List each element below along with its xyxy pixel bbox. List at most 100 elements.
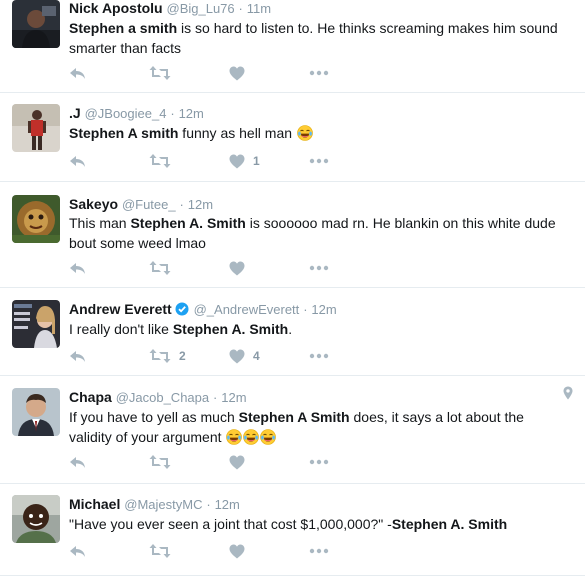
reply-icon [69, 260, 87, 276]
tweet-text-segment: smarter than facts [69, 40, 182, 56]
avatar[interactable] [12, 195, 60, 243]
tweet-text-segment: validity of your argument [69, 429, 222, 445]
retweet-button[interactable] [149, 454, 229, 470]
display-name[interactable]: Andrew Everett [69, 301, 172, 317]
timestamp[interactable]: 12m [311, 302, 336, 317]
tweet[interactable]: Chapa @Jacob_Chapa · 12m If you have to … [0, 376, 585, 484]
like-button[interactable] [229, 66, 309, 81]
retweet-icon [149, 65, 171, 81]
tweet[interactable]: Andrew Everett @_AndrewEverett · 12m I r… [0, 288, 585, 376]
avatar[interactable] [12, 104, 60, 152]
retweet-icon [149, 454, 171, 470]
retweet-button[interactable] [149, 543, 229, 559]
tweet-actions: 1 [69, 152, 329, 170]
avatar[interactable] [12, 388, 60, 436]
tweet[interactable]: .J @JBoogiee_4 · 12m Stephen A smith fun… [0, 93, 585, 182]
like-button[interactable]: 4 [229, 349, 309, 364]
user-handle[interactable]: @Big_Lu76 [167, 1, 235, 16]
retweet-button[interactable] [149, 65, 229, 81]
timestamp[interactable]: 12m [188, 197, 213, 212]
more-button[interactable] [309, 70, 329, 76]
more-icon [309, 265, 329, 271]
user-handle[interactable]: @Futee_ [122, 197, 176, 212]
reply-button[interactable] [69, 543, 149, 559]
tweet-text-segment: bout some weed lmao [69, 235, 206, 251]
display-name[interactable]: Nick Apostolu [69, 0, 163, 16]
user-handle[interactable]: @JBoogiee_4 [85, 106, 167, 121]
tweet-actions [69, 259, 329, 277]
display-name[interactable]: .J [69, 105, 81, 121]
retweet-icon [149, 348, 171, 364]
search-term-highlight: Stephen a smith [69, 20, 178, 36]
more-icon [309, 158, 329, 164]
tweet-text-segment: If you have to yell as much [69, 409, 239, 425]
more-icon [309, 70, 329, 76]
tweet-actions [69, 542, 329, 560]
tweet-header: Michael @MajestyMC · 12m [69, 495, 240, 514]
more-button[interactable] [309, 353, 329, 359]
heart-icon [229, 66, 245, 81]
tweet-header: Nick Apostolu @Big_Lu76 · 11m [69, 0, 271, 18]
tweet[interactable]: Michael @MajestyMC · 12m "Have you ever … [0, 484, 585, 576]
user-handle[interactable]: @_AndrewEverett [194, 302, 300, 317]
user-handle[interactable]: @MajestyMC [124, 497, 202, 512]
reply-icon [69, 65, 87, 81]
reply-button[interactable] [69, 153, 149, 169]
reply-button[interactable] [69, 65, 149, 81]
avatar[interactable] [12, 0, 60, 48]
more-button[interactable] [309, 265, 329, 271]
user-handle[interactable]: @Jacob_Chapa [116, 390, 209, 405]
retweet-icon [149, 260, 171, 276]
tweet-text-segment: funny as hell man [178, 125, 293, 141]
tweet-text: If you have to yell as much Stephen A Sm… [69, 407, 573, 447]
separator-dot: · [206, 497, 211, 512]
reply-icon [69, 543, 87, 559]
like-button[interactable] [229, 544, 309, 559]
like-button[interactable] [229, 261, 309, 276]
like-button[interactable] [229, 455, 309, 470]
tweet-actions: 2 4 [69, 347, 329, 365]
location-pin-icon[interactable] [563, 386, 573, 405]
tweet-text-segment: does, it says a lot about the [349, 409, 524, 425]
search-term-highlight: Stephen A smith [69, 125, 179, 141]
tweet-text-segment: . [288, 321, 293, 337]
like-count: 4 [253, 349, 260, 363]
tweet-header: Sakeyo @Futee_ · 12m [69, 195, 213, 214]
reply-icon [69, 348, 87, 364]
heart-icon [229, 154, 245, 169]
timestamp[interactable]: 12m [215, 497, 240, 512]
avatar[interactable] [12, 300, 60, 348]
display-name[interactable]: Chapa [69, 389, 112, 405]
tweet-text-segment: "Have you ever seen a joint that cost $1… [69, 516, 392, 532]
tweet-text-segment: is so hard to listen to. He thinks screa… [177, 20, 558, 36]
timestamp[interactable]: 11m [247, 1, 271, 16]
timestamp[interactable]: 12m [221, 390, 246, 405]
more-button[interactable] [309, 158, 329, 164]
heart-icon [229, 455, 245, 470]
tweet-actions [69, 64, 329, 82]
more-button[interactable] [309, 548, 329, 554]
face-with-tears-of-joy-emoji-icon [242, 429, 260, 445]
face-with-tears-of-joy-emoji-icon [259, 429, 277, 445]
separator-dot: · [213, 390, 218, 405]
search-term-highlight: Stephen A Smith [238, 409, 350, 425]
more-icon [309, 353, 329, 359]
retweet-button[interactable] [149, 260, 229, 276]
timestamp[interactable]: 12m [179, 106, 204, 121]
like-button[interactable]: 1 [229, 154, 309, 169]
retweet-icon [149, 153, 171, 169]
reply-button[interactable] [69, 348, 149, 364]
more-button[interactable] [309, 459, 329, 465]
reply-button[interactable] [69, 260, 149, 276]
reply-button[interactable] [69, 454, 149, 470]
retweet-button[interactable] [149, 153, 229, 169]
tweet-actions [69, 453, 329, 471]
display-name[interactable]: Sakeyo [69, 196, 118, 212]
heart-icon [229, 544, 245, 559]
retweet-button[interactable]: 2 [149, 348, 229, 364]
tweet[interactable]: Nick Apostolu @Big_Lu76 · 11m Stephen a … [0, 0, 585, 93]
avatar[interactable] [12, 495, 60, 543]
display-name[interactable]: Michael [69, 496, 120, 512]
face-with-tears-of-joy-emoji-icon [296, 125, 313, 141]
tweet[interactable]: Sakeyo @Futee_ · 12m This man Stephen A.… [0, 182, 585, 288]
